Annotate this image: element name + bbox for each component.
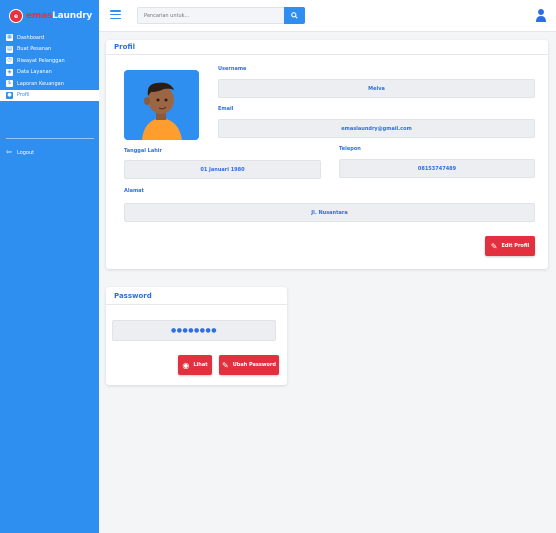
search-icon	[291, 12, 298, 19]
sidebar: e emasLaundry ▦ Dashboard ▤ Buat Pesanan…	[0, 0, 99, 533]
avatar-illustration	[124, 70, 199, 140]
search-input[interactable]	[137, 7, 285, 24]
phone-label: Telepon	[339, 146, 361, 152]
logout-link[interactable]: ⇦ Logout	[6, 149, 34, 156]
change-password-label: Ubah Password	[232, 362, 276, 368]
eye-icon: ◉	[182, 360, 190, 370]
brand-logo-icon: e	[9, 9, 23, 23]
edit-profile-label: Edit Profil	[501, 243, 530, 249]
sidebar-item-label: Riwayat Pelanggan	[17, 57, 65, 64]
sidebar-menu: ▦ Dashboard ▤ Buat Pesanan ◷ Riwayat Pel…	[0, 32, 99, 101]
birthdate-label: Tanggal Lahir	[124, 148, 162, 154]
brand-name: emasLaundry	[26, 11, 93, 21]
finance-icon: $	[6, 80, 13, 88]
profile-card: Profil Username Melva Email emaslaundry@…	[106, 40, 548, 269]
sidebar-item-label: Dashboard	[17, 34, 45, 41]
show-password-button[interactable]: ◉ Lihat	[178, 355, 212, 375]
menu-toggle-icon[interactable]	[110, 10, 121, 19]
address-field: Jl. Nusantara	[124, 203, 535, 222]
phone-field: 08153747489	[339, 159, 535, 178]
sidebar-item-data-layanan[interactable]: ◈ Data Layanan	[0, 67, 99, 79]
password-card: Password ●●●●●●●● ◉ Lihat ✎ Ubah Passwor…	[106, 287, 287, 385]
topbar	[99, 0, 556, 32]
user-icon[interactable]	[536, 8, 546, 22]
edit-icon: ✎	[490, 241, 498, 251]
email-label: Email	[218, 106, 234, 112]
sidebar-item-label: Profil	[17, 92, 30, 99]
sidebar-item-buat-pesanan[interactable]: ▤ Buat Pesanan	[0, 44, 99, 56]
sidebar-divider	[6, 138, 94, 139]
password-field: ●●●●●●●●	[112, 320, 276, 341]
profile-card-title: Profil	[106, 40, 548, 55]
edit-profile-button[interactable]: ✎ Edit Profil	[485, 236, 535, 256]
logout-icon: ⇦	[6, 148, 12, 156]
sidebar-item-label: Data Layanan	[17, 69, 52, 76]
sidebar-item-riwayat-pelanggan[interactable]: ◷ Riwayat Pelanggan	[0, 55, 99, 67]
email-field: emaslaundry@gmail.com	[218, 119, 535, 138]
order-icon: ▤	[6, 45, 13, 53]
service-icon: ◈	[6, 68, 13, 76]
edit-icon: ✎	[222, 360, 229, 370]
address-label: Alamat	[124, 188, 144, 194]
history-icon: ◷	[6, 57, 13, 65]
brand[interactable]: e emasLaundry	[9, 7, 94, 25]
sidebar-item-profil[interactable]: ● Profil	[0, 89, 99, 101]
logout-label: Logout	[17, 149, 35, 156]
username-field: Melva	[218, 79, 535, 98]
sidebar-item-label: Buat Pesanan	[17, 46, 52, 53]
show-password-label: Lihat	[193, 362, 208, 368]
dashboard-icon: ▦	[6, 34, 13, 42]
birthdate-field: 01 Januari 1980	[124, 160, 321, 179]
change-password-button[interactable]: ✎ Ubah Password	[219, 355, 279, 375]
password-card-title: Password	[106, 287, 287, 305]
username-label: Username	[218, 66, 247, 72]
avatar	[124, 70, 199, 140]
sidebar-item-label: Laporan Keuangan	[17, 80, 64, 87]
sidebar-item-dashboard[interactable]: ▦ Dashboard	[0, 32, 99, 44]
sidebar-item-laporan-keuangan[interactable]: $ Laporan Keuangan	[0, 78, 99, 90]
search-button[interactable]	[284, 7, 305, 24]
user-icon: ●	[6, 91, 13, 99]
